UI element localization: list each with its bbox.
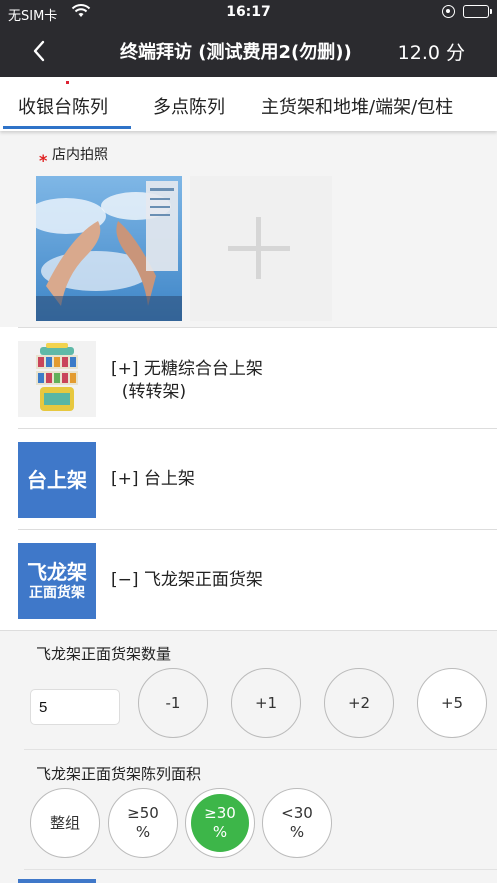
shelf-item-label: [+] 台上架 [111, 469, 195, 489]
area-title: 飞龙架正面货架陈列面积 [36, 765, 202, 783]
shelf-item-counter-shelf[interactable]: 台上架 [+] 台上架 [18, 428, 497, 529]
quantity-title: 飞龙架正面货架数量 [36, 645, 172, 663]
area-option-50[interactable]: ≥50 % [108, 788, 178, 858]
shelf-item-label: [−] 飞龙架正面货架 [111, 570, 263, 590]
shelf-list: [+] 无糖综合台上架 (转转架) 台上架 [+] 台上架 飞龙架 正面货架 [… [0, 327, 497, 630]
tile-subtext: 正面货架 [29, 585, 85, 601]
status-bar: 无SIM卡 16:17 [0, 0, 497, 26]
page-title: 终端拜访 (测试费用2(勿删)) [120, 42, 352, 63]
quantity-input[interactable] [30, 689, 120, 725]
required-mark: * [39, 151, 48, 170]
carousel-shelf-image [18, 341, 96, 417]
feilong-shelf-tile: 飞龙架 正面货架 [18, 543, 96, 619]
area-option-30[interactable]: ≥30 % [185, 788, 255, 858]
divider [0, 630, 497, 631]
top-bar: 无SIM卡 16:17 终端拜访 (测试费用2(勿删)) 12.0 分 [0, 0, 497, 77]
tile-text: 飞龙架 [27, 560, 87, 584]
button-label: +1 [254, 693, 278, 712]
tab-bar: 收银台陈列 多点陈列 主货架和地堆/端架/包柱 [0, 77, 497, 131]
plus-five-button[interactable]: +5 [417, 668, 487, 738]
clock: 16:17 [226, 4, 271, 20]
score-label: 12.0 分 [397, 42, 465, 64]
button-label: -1 [165, 693, 181, 712]
tile-text: 台上架 [27, 468, 87, 492]
tab-main-shelf[interactable]: 主货架和地堆/端架/包柱 [261, 93, 453, 119]
plus-one-button[interactable]: +1 [231, 668, 301, 738]
add-photo-button[interactable] [190, 176, 332, 321]
active-tab-indicator [3, 126, 131, 129]
option-label: ≥50 % [127, 804, 159, 841]
rotation-lock-icon [442, 5, 455, 18]
option-label: ≥30 % [204, 804, 236, 841]
tab-multi-point-display[interactable]: 多点陈列 [153, 93, 225, 119]
back-button[interactable] [28, 39, 52, 63]
area-option-under-30[interactable]: <30 % [262, 788, 332, 858]
nav-bar: 终端拜访 (测试费用2(勿删)) 12.0 分 [0, 26, 497, 77]
counter-shelf-tile: 台上架 [18, 442, 96, 518]
divider [24, 869, 497, 870]
shelf-item-feilong-front[interactable]: 飞龙架 正面货架 [−] 飞龙架正面货架 [18, 529, 497, 630]
shelf-item-sugar-free[interactable]: [+] 无糖综合台上架 (转转架) [18, 327, 497, 428]
button-label: +2 [347, 693, 371, 712]
tab-checkout-display[interactable]: 收银台陈列 [18, 93, 108, 119]
shelf-item-label: [+] 无糖综合台上架 (转转架) [111, 359, 263, 402]
divider [24, 749, 497, 750]
notification-dot [66, 81, 69, 84]
next-item-tile-edge [18, 879, 96, 883]
photo-section-label: 店内拍照 [52, 147, 108, 163]
battery-icon [463, 5, 492, 18]
area-option-full[interactable]: 整组 [30, 788, 100, 858]
plus-two-button[interactable]: +2 [324, 668, 394, 738]
minus-one-button[interactable]: -1 [138, 668, 208, 738]
store-photo-thumbnail[interactable] [36, 176, 182, 321]
button-label: +5 [440, 693, 464, 712]
option-label: 整组 [49, 813, 80, 832]
option-label: <30 % [281, 804, 313, 841]
